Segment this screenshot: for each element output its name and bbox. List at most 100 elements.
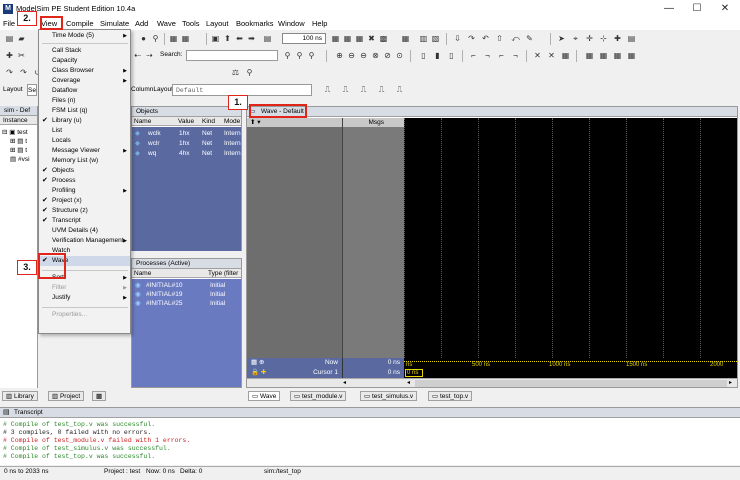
menu-item-properties[interactable]: Properties... xyxy=(39,310,130,320)
scroll-left-icon[interactable]: ◂ xyxy=(343,380,351,387)
menu-item-process[interactable]: ✔ Process xyxy=(39,176,130,186)
menu-tools[interactable]: Tools xyxy=(182,19,200,28)
process-row[interactable]: ◉ #INITIAL#25 Initial xyxy=(132,299,241,308)
menu-item-structure[interactable]: ✔ Structure (z) xyxy=(39,206,130,216)
menu-item-justify[interactable]: Justify ▶ xyxy=(39,293,130,303)
crosshair-icon[interactable]: ✛ xyxy=(584,33,595,44)
menu-file[interactable]: File xyxy=(3,19,15,28)
col-process-type[interactable]: Type (filter xyxy=(208,269,238,278)
menu-item-transcript[interactable]: ✔ Transcript xyxy=(39,216,130,226)
process-row[interactable]: ◉ #INITIAL#10 Initial xyxy=(132,281,241,290)
col-mode[interactable]: Mode xyxy=(224,117,240,126)
scroll-thumb[interactable] xyxy=(415,380,727,387)
run-icon[interactable]: ▤ xyxy=(262,33,273,44)
object-row[interactable]: ◆ wclr 1hx Net Intern xyxy=(132,139,241,148)
wave-horizontal-scrollbar[interactable]: ◂ ◂ ▸ xyxy=(247,378,737,387)
step-back-icon[interactable]: ⇧ xyxy=(494,33,505,44)
code-icon[interactable]: ▦ xyxy=(626,50,637,61)
object-row[interactable]: ◆ wclk 1hx Net Intern xyxy=(132,129,241,138)
restart-icon[interactable]: ▦ xyxy=(400,33,411,44)
tab-library[interactable]: ▥ Library xyxy=(2,391,38,401)
new-file-icon[interactable]: ▤ xyxy=(4,33,15,44)
tab-test-module[interactable]: ▭ test_module.v xyxy=(290,391,347,401)
menu-item-capacity[interactable]: Capacity xyxy=(39,56,130,66)
lock-cursor-icon[interactable]: ▯ xyxy=(446,50,457,61)
minimize-button[interactable]: — xyxy=(658,2,680,16)
step-out-icon[interactable]: ↶ xyxy=(480,33,491,44)
simulate-icon[interactable]: ▣ xyxy=(210,33,221,44)
back-arrow-icon[interactable]: ⬅ xyxy=(234,33,245,44)
col-value[interactable]: Value xyxy=(178,117,194,126)
zoom-full-icon[interactable]: ⊖ xyxy=(358,50,369,61)
tab-test-simulus[interactable]: ▭ test_simulus.v xyxy=(360,391,418,401)
next-edge-icon[interactable]: ¬ xyxy=(482,50,493,61)
tree-item-test[interactable]: ⊟ ▣ test xyxy=(2,128,30,137)
expand-icon[interactable]: ✕ xyxy=(532,50,543,61)
col-name[interactable]: Name xyxy=(134,117,151,126)
break-icon[interactable]: ● xyxy=(138,33,149,44)
col-kind[interactable]: Kind xyxy=(202,117,215,126)
reverse-icon[interactable]: ⤺ xyxy=(510,33,521,44)
select-pointer-icon[interactable]: ➤ xyxy=(556,33,567,44)
maximize-button[interactable]: ☐ xyxy=(686,2,708,16)
menu-item-dataflow[interactable]: Dataflow xyxy=(39,86,130,96)
scale-icon[interactable]: ⚖ xyxy=(230,67,241,78)
menu-item-time-mode[interactable]: Time Mode (5) ▶ xyxy=(39,31,130,41)
step-toolbar-icon[interactable]: ↷ xyxy=(18,67,29,78)
tab-wave[interactable]: ▭ Wave xyxy=(248,391,281,401)
delete-icon[interactable]: ✂ xyxy=(16,50,27,61)
search-input[interactable] xyxy=(186,50,278,61)
run-length-input[interactable]: 100 ns xyxy=(282,33,326,44)
run-all-icon[interactable]: ▦ xyxy=(354,33,365,44)
menu-layout[interactable]: Layout xyxy=(206,19,229,28)
wave-signal-icon[interactable]: ⎍ xyxy=(340,84,351,95)
menu-bookmarks[interactable]: Bookmarks xyxy=(236,19,274,28)
open-file-icon[interactable]: ▰ xyxy=(16,33,27,44)
menu-item-locals[interactable]: Locals xyxy=(39,136,130,146)
tree-item-t2[interactable]: ⊞ ▤ t xyxy=(2,146,30,155)
layout-select[interactable]: Se xyxy=(27,84,37,96)
zoom-range-icon[interactable]: ⊙ xyxy=(394,50,405,61)
compile-all-icon[interactable]: ▦ xyxy=(180,33,191,44)
tab-project[interactable]: ▥ Project xyxy=(48,391,85,401)
pin-icon[interactable]: ⚲ xyxy=(244,67,255,78)
cursor-time-box[interactable]: 0 ns xyxy=(405,369,423,377)
memory-icon[interactable]: ▧ xyxy=(430,33,441,44)
edit-icon[interactable]: ✎ xyxy=(524,33,535,44)
search-icon[interactable]: ⚲ xyxy=(282,50,293,61)
next-falling-icon[interactable]: ¬ xyxy=(510,50,521,61)
menu-wave[interactable]: Wave xyxy=(157,19,176,28)
up-arrow-icon[interactable]: ⬆ xyxy=(222,33,233,44)
search-next-icon[interactable]: ⚲ xyxy=(294,50,305,61)
zoom-last-icon[interactable]: ⊘ xyxy=(382,50,393,61)
forward-nav-icon[interactable]: ⇢ xyxy=(144,50,155,61)
prev-edge-icon[interactable]: ⌐ xyxy=(468,50,479,61)
dataflow-icon[interactable]: ▦ xyxy=(584,50,595,61)
schematic-icon[interactable]: ▦ xyxy=(598,50,609,61)
menu-item-list[interactable]: List xyxy=(39,126,130,136)
run-toolbar-icon[interactable]: ↷ xyxy=(4,67,15,78)
menu-compile[interactable]: Compile xyxy=(66,19,94,28)
menu-help[interactable]: Help xyxy=(312,19,327,28)
back-nav-icon[interactable]: ⇠ xyxy=(132,50,143,61)
run-step-icon[interactable]: ▦ xyxy=(330,33,341,44)
insert-cursor-icon[interactable]: ▯ xyxy=(418,50,429,61)
prev-falling-icon[interactable]: ⌐ xyxy=(496,50,507,61)
tab-sim[interactable]: ▩ xyxy=(92,391,107,401)
menu-item-coverage[interactable]: Coverage ▶ xyxy=(39,76,130,86)
scroll-left-wave-icon[interactable]: ◂ xyxy=(407,380,415,387)
now-icons[interactable]: ▦ ⊕ xyxy=(251,358,264,368)
step-icon[interactable]: ⇩ xyxy=(452,33,463,44)
continue-icon[interactable]: ▦ xyxy=(342,33,353,44)
compile-icon[interactable]: ▦ xyxy=(168,33,179,44)
close-button[interactable]: ✕ xyxy=(714,2,736,16)
search-options-icon[interactable]: ⚲ xyxy=(306,50,317,61)
profile-icon[interactable]: ▥ xyxy=(418,33,429,44)
process-row[interactable]: ◉ #INITIAL#19 Initial xyxy=(132,290,241,299)
menu-item-uvm-details[interactable]: UVM Details (4) xyxy=(39,226,130,236)
edit-mode-icon[interactable]: ✚ xyxy=(612,33,623,44)
menu-item-library[interactable]: ✔ Library (u) xyxy=(39,116,130,126)
cursor-add-icon[interactable]: ⊹ xyxy=(598,33,609,44)
wave-divider-icon[interactable]: ⎍ xyxy=(376,84,387,95)
wave-edit-icon[interactable]: ▤ xyxy=(626,33,637,44)
